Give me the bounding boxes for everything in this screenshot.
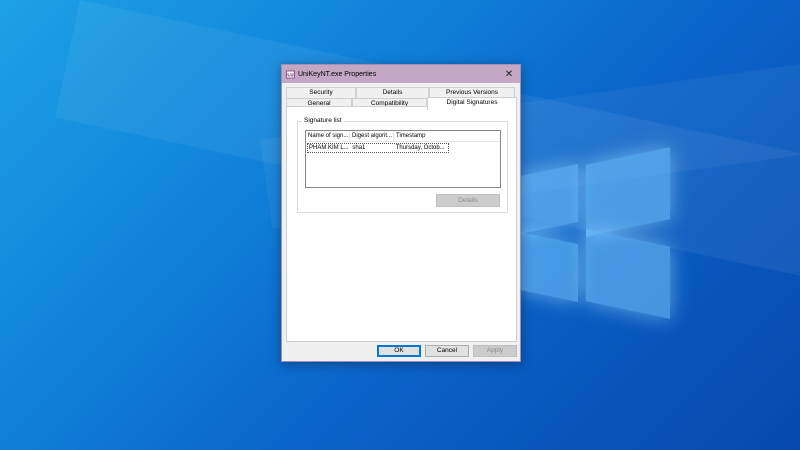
close-button[interactable]: ✕ [498,65,520,83]
column-header-digest[interactable]: Digest algorit... [350,131,394,141]
properties-dialog: UniKeyNT.exe Properties ✕ Security Detai… [281,64,521,362]
logo-pane [520,163,578,235]
logo-pane [586,147,670,237]
tab-panel: Signature list Name of sign... Digest al… [286,106,517,342]
title-bar[interactable]: UniKeyNT.exe Properties ✕ [282,65,520,83]
signer-name-cell: PHAM KIM L... [309,145,349,151]
logo-pane [520,231,578,303]
signature-list-group: Signature list Name of sign... Digest al… [297,117,508,213]
tab-details[interactable]: Details [356,87,429,98]
unikey-app-icon [286,70,295,79]
ok-button[interactable]: OK [377,345,421,357]
list-header: Name of sign... Digest algorit... Timest… [306,131,500,142]
digest-cell: sha1 [352,145,366,151]
tab-digital-signatures[interactable]: Digital Signatures [427,97,517,110]
group-label: Signature list [302,117,344,124]
logo-pane [586,229,670,319]
details-button[interactable]: Details [436,194,500,207]
list-item[interactable]: PHAM KIM L... sha1 Thursday, Octob... [307,143,449,153]
close-icon: ✕ [504,68,514,80]
column-header-timestamp[interactable]: Timestamp [394,131,448,141]
windows-logo [520,147,680,320]
window-title: UniKeyNT.exe Properties [298,70,377,78]
dialog-footer: OK Cancel Apply [282,341,520,361]
tab-security[interactable]: Security [286,87,356,98]
timestamp-cell: Thursday, Octob... [395,145,445,151]
column-header-name[interactable]: Name of sign... [306,131,350,141]
apply-button[interactable]: Apply [473,345,517,357]
cancel-button[interactable]: Cancel [425,345,469,357]
signature-listview[interactable]: Name of sign... Digest algorit... Timest… [305,130,501,188]
